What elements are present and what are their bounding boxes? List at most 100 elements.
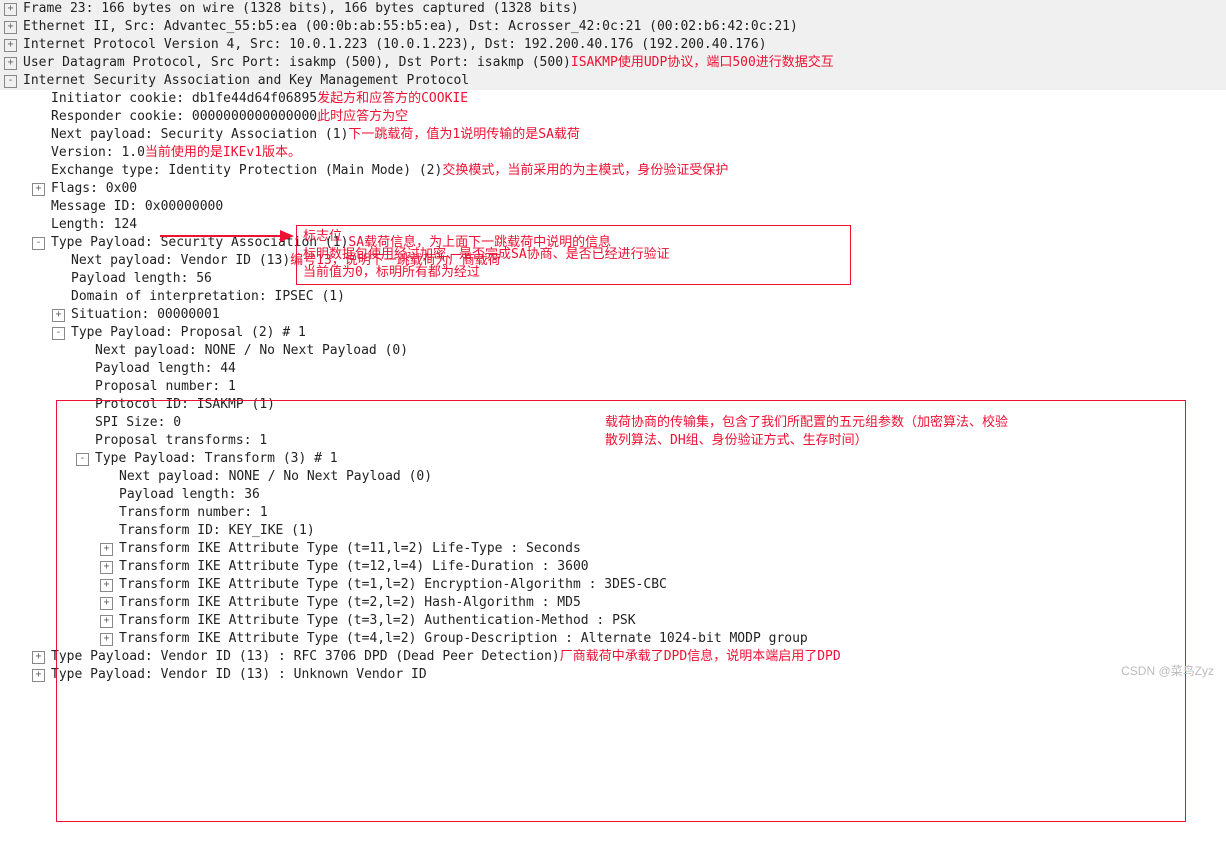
tree-row-text: Transform IKE Attribute Type (t=12,l=4) … <box>119 558 589 576</box>
expand-icon[interactable]: + <box>32 183 45 196</box>
tree-row[interactable]: + Flags: 0x00 <box>0 180 1226 198</box>
tree-row-text: Responder cookie: 0000000000000000 <box>51 108 317 126</box>
tree-row-text: Frame 23: 166 bytes on wire (1328 bits),… <box>23 0 579 18</box>
tree-row[interactable]: + Transform IKE Attribute Type (t=3,l=2) … <box>0 612 1226 630</box>
tree-row-text: Transform IKE Attribute Type (t=3,l=2) A… <box>119 612 636 630</box>
tree-row-text: Proposal transforms: 1 <box>95 432 267 450</box>
tree-row-text: Initiator cookie: db1fe44d64f06895 <box>51 90 317 108</box>
tree-row-text: Transform number: 1 <box>119 504 268 522</box>
annotation-text: 厂商载荷中承载了DPD信息，说明本端启用了DPD <box>560 648 841 666</box>
collapse-icon[interactable]: - <box>76 453 89 466</box>
tree-row[interactable]: + Transform IKE Attribute Type (t=4,l=2) … <box>0 630 1226 648</box>
tree-row[interactable]: -Type Payload: Transform (3) # 1 <box>0 450 1226 468</box>
tree-row[interactable]: + Ethernet II, Src: Advantec_55:b5:ea (00… <box>0 18 1226 36</box>
collapse-icon[interactable]: - <box>52 327 65 340</box>
arrow-icon <box>160 228 300 244</box>
flags-note-line-3: 当前值为0，标明所有都为经过 <box>303 264 844 282</box>
tree-row[interactable]: Next payload: NONE / No Next Payload (0) <box>0 468 1226 486</box>
flags-note-line-1: 标志位 <box>303 228 844 246</box>
tree-row-text: Transform IKE Attribute Type (t=1,l=2) E… <box>119 576 667 594</box>
tree-row-text: Next payload: NONE / No Next Payload (0) <box>119 468 432 486</box>
tree-row[interactable]: + Frame 23: 166 bytes on wire (1328 bits)… <box>0 0 1226 18</box>
tree-row[interactable]: Transform ID: KEY_IKE (1) <box>0 522 1226 540</box>
tree-row[interactable]: Initiator cookie: db1fe44d64f06895发起方和应答… <box>0 90 1226 108</box>
tree-row-text: Internet Security Association and Key Ma… <box>23 72 469 90</box>
tree-row[interactable]: Responder cookie: 0000000000000000此时应答方为… <box>0 108 1226 126</box>
expand-icon[interactable]: + <box>52 309 65 322</box>
tree-row[interactable]: Next payload: NONE / No Next Payload (0) <box>0 342 1226 360</box>
tree-row[interactable]: Payload length: 44 <box>0 360 1226 378</box>
annotation-text: 交换模式，当前采用的为主模式，身份验证受保护 <box>442 162 728 180</box>
tree-row[interactable]: + Internet Protocol Version 4, Src: 10.0.… <box>0 36 1226 54</box>
tree-row-text: Next payload: NONE / No Next Payload (0) <box>95 342 408 360</box>
tree-row-text: Transform IKE Attribute Type (t=2,l=2) H… <box>119 594 581 612</box>
tree-row-text: Type Payload: Vendor ID (13) : RFC 3706 … <box>51 648 560 666</box>
tree-row[interactable]: -Internet Security Association and Key M… <box>0 72 1226 90</box>
tree-row[interactable]: Protocol ID: ISAKMP (1) <box>0 396 1226 414</box>
expand-icon[interactable]: + <box>4 21 17 34</box>
expand-icon[interactable]: + <box>100 561 113 574</box>
tree-row-text: Flags: 0x00 <box>51 180 137 198</box>
tree-row-text: Payload length: 36 <box>119 486 260 504</box>
expand-icon[interactable]: + <box>100 579 113 592</box>
tree-row[interactable]: + Situation: 00000001 <box>0 306 1226 324</box>
tree-row[interactable]: + Transform IKE Attribute Type (t=2,l=2) … <box>0 594 1226 612</box>
tree-row-text: User Datagram Protocol, Src Port: isakmp… <box>23 54 571 72</box>
tree-row[interactable]: + Transform IKE Attribute Type (t=1,l=2) … <box>0 576 1226 594</box>
proposal-annotation-text: 载荷协商的传输集，包含了我们所配置的五元组参数（加密算法、校验 散列算法、DH组… <box>605 414 1185 450</box>
tree-row[interactable]: Payload length: 36 <box>0 486 1226 504</box>
tree-row-text: Version: 1.0 <box>51 144 145 162</box>
tree-row-text: Payload length: 56 <box>71 270 212 288</box>
tree-row-text: SPI Size: 0 <box>95 414 181 432</box>
flags-note-line-2: 标明数据包使用经过加密、是否完成SA协商、是否已经进行验证 <box>303 246 844 264</box>
tree-row-text: Next payload: Vendor ID (13) <box>71 252 290 270</box>
annotation-text: 当前使用的是IKEv1版本。 <box>145 144 301 162</box>
annotation-text: 此时应答方为空 <box>317 108 408 126</box>
expand-icon[interactable]: + <box>100 615 113 628</box>
tree-row[interactable]: Version: 1.0 当前使用的是IKEv1版本。 <box>0 144 1226 162</box>
annotation-text: 下一跳载荷，值为1说明传输的是SA载荷 <box>348 126 579 144</box>
tree-row[interactable]: + Transform IKE Attribute Type (t=11,l=2)… <box>0 540 1226 558</box>
tree-row[interactable]: + User Datagram Protocol, Src Port: isakm… <box>0 54 1226 72</box>
tree-row[interactable]: Next payload: Security Association (1) 下… <box>0 126 1226 144</box>
watermark: CSDN @菜鸟Zyz <box>1121 662 1214 680</box>
tree-row[interactable]: Proposal number: 1 <box>0 378 1226 396</box>
tree-row-text: Ethernet II, Src: Advantec_55:b5:ea (00:… <box>23 18 798 36</box>
tree-row-text: Situation: 00000001 <box>71 306 220 324</box>
flags-annotation-box: 标志位 标明数据包使用经过加密、是否完成SA协商、是否已经进行验证 当前值为0，… <box>296 225 851 285</box>
expand-icon[interactable]: + <box>32 669 45 682</box>
tree-row[interactable]: + Type Payload: Vendor ID (13) : RFC 3706… <box>0 648 1226 666</box>
expand-icon[interactable]: + <box>100 633 113 646</box>
tree-row-text: Protocol ID: ISAKMP (1) <box>95 396 275 414</box>
tree-row[interactable]: Domain of interpretation: IPSEC (1) <box>0 288 1226 306</box>
tree-row[interactable]: + Transform IKE Attribute Type (t=12,l=4)… <box>0 558 1226 576</box>
tree-row-text: Type Payload: Proposal (2) # 1 <box>71 324 306 342</box>
tree-row-text: Transform IKE Attribute Type (t=11,l=2) … <box>119 540 581 558</box>
expand-icon[interactable]: + <box>100 597 113 610</box>
tree-row-text: Exchange type: Identity Protection (Main… <box>51 162 442 180</box>
annotation-text: 发起方和应答方的COOKIE <box>317 90 468 108</box>
collapse-icon[interactable]: - <box>4 75 17 88</box>
tree-row-text: Type Payload: Vendor ID (13) : Unknown V… <box>51 666 427 684</box>
expand-icon[interactable]: + <box>4 39 17 52</box>
expand-icon[interactable]: + <box>4 3 17 16</box>
tree-row[interactable]: Message ID: 0x00000000 <box>0 198 1226 216</box>
expand-icon[interactable]: + <box>32 651 45 664</box>
tree-row[interactable]: Exchange type: Identity Protection (Main… <box>0 162 1226 180</box>
tree-row-text: Length: 124 <box>51 216 137 234</box>
tree-row[interactable]: Transform number: 1 <box>0 504 1226 522</box>
tree-row-text: Proposal number: 1 <box>95 378 236 396</box>
tree-row-text: Transform IKE Attribute Type (t=4,l=2) G… <box>119 630 808 648</box>
packet-details-tree: + Frame 23: 166 bytes on wire (1328 bits)… <box>0 0 1226 684</box>
expand-icon[interactable]: + <box>4 57 17 70</box>
tree-row[interactable]: + Type Payload: Vendor ID (13) : Unknown … <box>0 666 1226 684</box>
expand-icon[interactable]: + <box>100 543 113 556</box>
tree-row-text: Type Payload: Transform (3) # 1 <box>95 450 338 468</box>
tree-row-text: Payload length: 44 <box>95 360 236 378</box>
tree-row-text: Internet Protocol Version 4, Src: 10.0.1… <box>23 36 767 54</box>
tree-row-text: Next payload: Security Association (1) <box>51 126 348 144</box>
collapse-icon[interactable]: - <box>32 237 45 250</box>
tree-row-text: Message ID: 0x00000000 <box>51 198 223 216</box>
tree-row[interactable]: -Type Payload: Proposal (2) # 1 <box>0 324 1226 342</box>
tree-row-text: Transform ID: KEY_IKE (1) <box>119 522 315 540</box>
